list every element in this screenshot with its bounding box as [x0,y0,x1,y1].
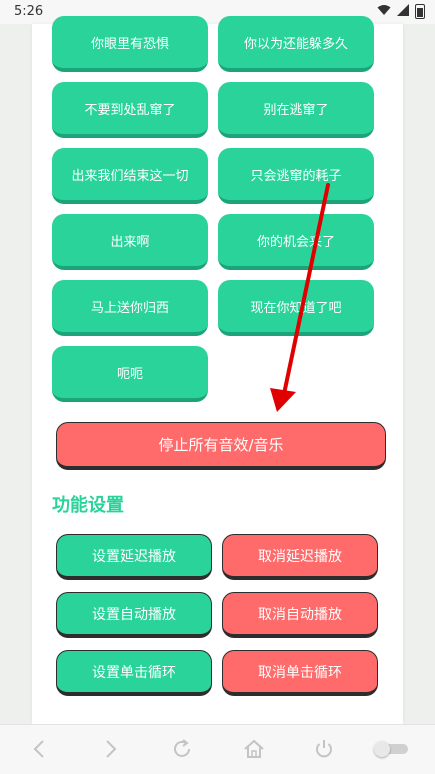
back-icon[interactable] [28,737,52,761]
content-card: 你眼里有恐惧 你以为还能躲多久 不要到处乱窜了 别在逃窜了 出来我们结束这一切 … [32,16,403,724]
sound-button[interactable]: 你的机会来了 [218,214,374,270]
sound-button[interactable]: 你眼里有恐惧 [52,16,208,72]
power-icon[interactable] [312,737,336,761]
forward-icon[interactable] [98,737,122,761]
wifi-icon [377,4,391,19]
home-icon[interactable] [242,737,266,761]
toggle-knob [374,741,390,757]
sound-button[interactable]: 马上送你归西 [52,280,208,336]
sound-button[interactable]: 不要到处乱窜了 [52,82,208,138]
sound-button[interactable]: 别在逃窜了 [218,82,374,138]
settings-section-title: 功能设置 [52,495,124,516]
sound-button[interactable]: 出来啊 [52,214,208,270]
sound-button[interactable]: 你以为还能躲多久 [218,16,374,72]
status-icons [377,4,425,19]
toggle-switch[interactable] [374,741,408,757]
status-time: 5:26 [14,4,44,19]
sound-button[interactable]: 现在你知道了吧 [218,280,374,336]
set-delay-play-button[interactable]: 设置延迟播放 [56,534,212,580]
bottom-nav-bar [0,724,435,774]
sound-button[interactable]: 只会逃窜的耗子 [218,148,374,204]
battery-icon [415,4,425,19]
cancel-auto-play-button[interactable]: 取消自动播放 [222,592,378,638]
stop-all-sounds-button[interactable]: 停止所有音效/音乐 [56,422,386,470]
sound-button[interactable]: 出来我们结束这一切 [52,148,208,204]
refresh-icon[interactable] [170,737,194,761]
sound-button[interactable]: 呃呃 [52,346,208,402]
cancel-delay-play-button[interactable]: 取消延迟播放 [222,534,378,580]
signal-icon [397,4,409,19]
set-auto-play-button[interactable]: 设置自动播放 [56,592,212,638]
cancel-click-loop-button[interactable]: 取消单击循环 [222,650,378,696]
set-click-loop-button[interactable]: 设置单击循环 [56,650,212,696]
